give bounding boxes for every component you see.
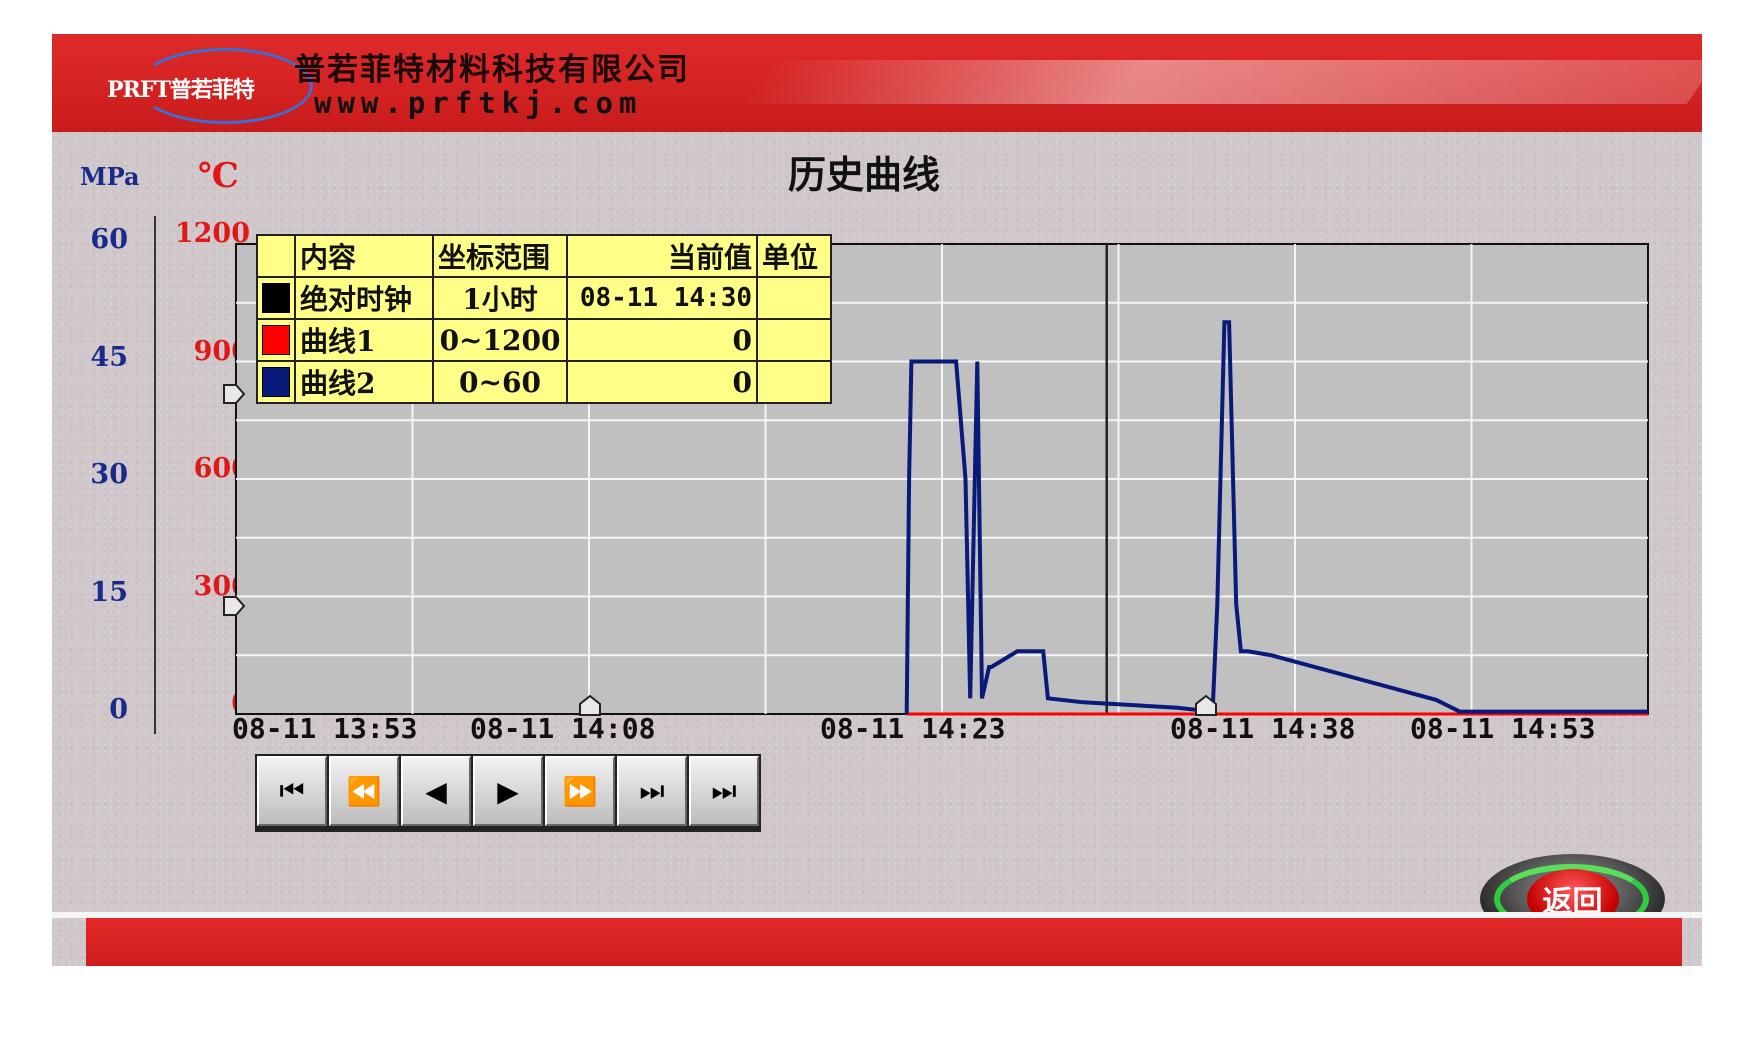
step-backward-button[interactable]: ◀ [401,756,471,826]
fast-forward-button[interactable]: ⏩ [545,756,615,826]
step-forward-button[interactable]: ▶ [473,756,543,826]
legend-range: 0~60 [432,360,568,404]
legend-name: 绝对时钟 [294,276,434,320]
last-page-button[interactable]: ⏭ [617,756,687,826]
legend-header-content: 内容 [294,234,434,278]
legend-value: 0 [566,360,758,404]
legend-unit [756,318,832,362]
last-page-icon: ⏭ [639,774,665,807]
curve1-swatch [262,325,290,355]
fast-forward-icon: ⏩ [562,774,598,808]
legend-name: 曲线1 [294,318,434,362]
legend-range: 1小时 [432,276,568,320]
legend-row-curve2[interactable]: 曲线2 0~60 0 [256,360,832,404]
legend-value: 0 [566,318,758,362]
first-page-icon: ⏮ [279,774,305,807]
legend-swatch [256,276,296,320]
legend-swatch [256,318,296,362]
clock-swatch [262,283,290,313]
footer-bar [86,918,1682,966]
chart-navigation-bar: ⏮ ⏪ ◀ ▶ ⏩ ⏭ ⏭ [255,754,761,832]
fast-backward-icon: ⏪ [346,774,382,808]
legend-header-range: 坐标范围 [432,234,568,278]
hmi-screen: PRFT普若菲特 普若菲特材料科技有限公司 www.prftkj.com 历史曲… [52,34,1702,966]
legend-unit [756,360,832,404]
legend-header-value: 当前值 [566,234,758,278]
curve-legend-table: 内容 坐标范围 当前值 单位 绝对时钟 1小时 08-11 14:30 曲线1 … [256,234,832,404]
legend-range: 0~1200 [432,318,568,362]
legend-header-swatch [256,234,296,278]
x-axis-label: 08-11 14:08 [470,712,656,745]
jump-current-button[interactable]: ⏭ [689,756,759,826]
legend-header-row: 内容 坐标范围 当前值 单位 [256,234,832,278]
curve2-swatch [262,367,290,397]
legend-unit [756,276,832,320]
legend-row-clock[interactable]: 绝对时钟 1小时 08-11 14:30 [256,276,832,320]
x-axis-label: 08-11 14:23 [820,712,1006,745]
jump-current-icon: ⏭ [711,774,737,807]
x-axis-label: 08-11 14:53 [1410,712,1596,745]
legend-row-curve1[interactable]: 曲线1 0~1200 0 [256,318,832,362]
fast-backward-button[interactable]: ⏪ [329,756,399,826]
x-axis-label: 08-11 14:38 [1170,712,1356,745]
step-backward-icon: ◀ [425,774,447,808]
legend-swatch [256,360,296,404]
first-page-button[interactable]: ⏮ [257,756,327,826]
x-axis-label: 08-11 13:53 [232,712,418,745]
legend-header-unit: 单位 [756,234,832,278]
step-forward-icon: ▶ [497,774,519,808]
legend-name: 曲线2 [294,360,434,404]
legend-value: 08-11 14:30 [566,276,758,320]
